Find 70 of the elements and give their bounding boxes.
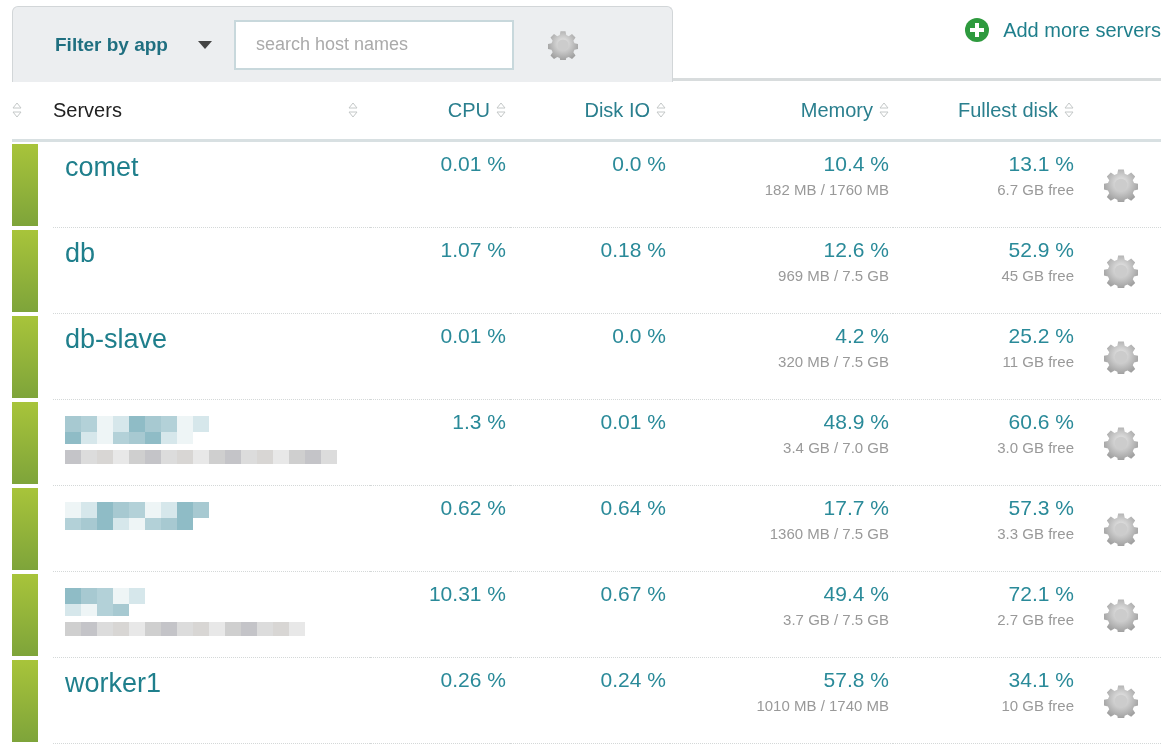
disk-io-value: 0.0 % <box>612 152 666 176</box>
disk-io-value: 0.18 % <box>600 238 666 262</box>
column-header[interactable]: Memory <box>800 98 873 122</box>
memory-value: 4.2 % <box>835 324 889 348</box>
sort-icon[interactable] <box>879 102 889 118</box>
disk-value: 57.3 % <box>1008 496 1074 520</box>
column-header[interactable]: Fullest disk <box>957 98 1058 122</box>
disk-io-value: 0.0 % <box>612 324 666 348</box>
memory-value: 57.8 % <box>823 668 889 692</box>
settings-icon[interactable] <box>1104 167 1138 202</box>
cpu-value: 0.62 % <box>440 496 506 520</box>
disk-value: 72.1 % <box>1008 582 1074 606</box>
disk-value: 52.9 % <box>1008 238 1074 262</box>
disk-detail: 2.7 GB free <box>997 611 1074 628</box>
memory-value: 48.9 % <box>823 410 889 434</box>
sort-icon[interactable] <box>496 102 506 118</box>
server-name[interactable]: db <box>53 238 96 268</box>
memory-value: 12.6 % <box>823 238 889 262</box>
disk-detail: 6.7 GB free <box>997 181 1074 198</box>
cpu-value: 10.31 % <box>428 582 506 606</box>
plus-icon <box>965 18 990 42</box>
memory-value: 49.4 % <box>823 582 889 606</box>
column-header[interactable]: Servers <box>53 98 122 122</box>
disk-value: 60.6 % <box>1008 410 1074 434</box>
settings-icon[interactable] <box>1104 339 1138 374</box>
settings-icon[interactable] <box>1104 253 1138 288</box>
memory-value: 10.4 % <box>823 152 889 176</box>
sort-icon[interactable] <box>656 102 666 118</box>
memory-detail: 3.4 GB / 7.0 GB <box>783 439 889 456</box>
settings-icon[interactable] <box>1104 597 1138 632</box>
cpu-value: 1.3 % <box>452 410 506 434</box>
column-header[interactable]: Disk IO <box>584 98 650 122</box>
settings-icon[interactable] <box>1104 511 1138 546</box>
disk-value: 34.1 % <box>1008 668 1074 692</box>
settings-icon[interactable] <box>1104 683 1138 718</box>
sort-icon[interactable] <box>12 102 22 118</box>
server-name[interactable]: worker1 <box>53 668 162 698</box>
disk-io-value: 0.01 % <box>600 410 666 434</box>
disk-io-value: 0.64 % <box>600 496 666 520</box>
caret-icon <box>197 40 212 49</box>
disk-detail: 3.0 GB free <box>997 439 1074 456</box>
memory-detail: 182 MB / 1760 MB <box>764 181 889 198</box>
cpu-value: 1.07 % <box>440 238 506 262</box>
search-field[interactable]: search host names <box>233 19 514 70</box>
memory-detail: 3.7 GB / 7.5 GB <box>783 611 889 628</box>
disk-value: 13.1 % <box>1008 152 1074 176</box>
server-name[interactable]: comet <box>53 152 139 182</box>
memory-detail: 1010 MB / 1740 MB <box>756 697 889 714</box>
cpu-value: 0.01 % <box>440 324 506 348</box>
memory-detail: 320 MB / 7.5 GB <box>778 353 889 370</box>
cpu-value: 0.01 % <box>440 152 506 176</box>
disk-detail: 3.3 GB free <box>997 525 1074 542</box>
memory-detail: 1360 MB / 7.5 GB <box>769 525 889 542</box>
memory-detail: 969 MB / 7.5 GB <box>778 267 889 284</box>
disk-io-value: 0.24 % <box>600 668 666 692</box>
column-header[interactable]: CPU <box>447 98 490 122</box>
sort-icon[interactable] <box>1064 102 1074 118</box>
disk-value: 25.2 % <box>1008 324 1074 348</box>
settings-icon[interactable] <box>547 29 578 60</box>
app-filter-dropdown[interactable]: Filter by app <box>55 33 212 56</box>
add-servers-link[interactable]: Add more servers <box>965 6 1161 42</box>
settings-icon[interactable] <box>1104 425 1138 460</box>
disk-io-value: 0.67 % <box>600 582 666 606</box>
disk-detail: 11 GB free <box>1002 353 1074 370</box>
sort-icon[interactable] <box>348 102 358 118</box>
memory-value: 17.7 % <box>823 496 889 520</box>
server-name[interactable]: db-slave <box>53 324 168 354</box>
disk-detail: 10 GB free <box>1001 697 1074 714</box>
disk-detail: 45 GB free <box>1001 267 1074 284</box>
cpu-value: 0.26 % <box>440 668 506 692</box>
